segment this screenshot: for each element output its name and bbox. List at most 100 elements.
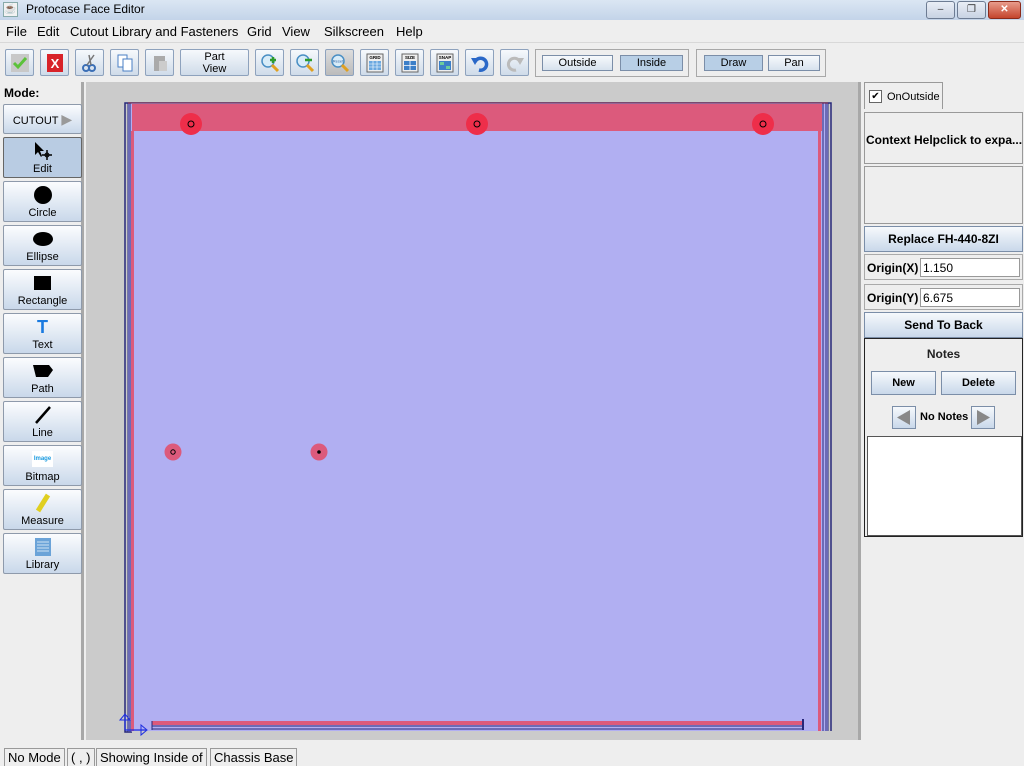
panel-face[interactable] [127, 102, 829, 733]
origin-x-input[interactable] [920, 258, 1020, 277]
onoutside-tab[interactable]: ✔ OnOutside [864, 82, 943, 109]
menu-file[interactable]: File [6, 24, 27, 39]
new-note-button[interactable]: New [871, 371, 936, 395]
line-icon [34, 406, 51, 424]
snap-icon: SNAP [436, 53, 453, 72]
svg-text:SIZE: SIZE [404, 55, 414, 60]
palette-line-button[interactable]: Line [3, 401, 82, 442]
cutout-mode-button[interactable]: CUTOUT ▶ [3, 104, 82, 134]
text-icon: T [37, 316, 48, 337]
palette-bitmap-button[interactable]: Image Bitmap [3, 445, 82, 486]
copy-button[interactable] [110, 49, 139, 76]
palette-circle-button[interactable]: Circle [3, 181, 82, 222]
right-flange [818, 131, 821, 731]
palette-ellipse-button[interactable]: Ellipse [3, 225, 82, 266]
status-coordinates: ( , ) [67, 748, 95, 766]
cancel-button[interactable]: X [40, 49, 69, 76]
library-icon [34, 538, 51, 556]
drawing-canvas[interactable] [86, 82, 858, 740]
svg-text:GRID: GRID [369, 55, 381, 60]
palette-edit-button[interactable]: Edit [3, 137, 82, 178]
minimize-button[interactable]: ‒ [926, 1, 955, 19]
zoom-reset-button[interactable]: Reset [325, 49, 354, 76]
cut-button[interactable] [75, 49, 104, 76]
pan-button[interactable]: Pan [768, 55, 820, 71]
notes-title: Notes [926, 347, 961, 361]
next-note-button[interactable] [971, 406, 995, 429]
size-icon: SIZE [401, 53, 418, 72]
zoom-in-icon [260, 53, 279, 72]
context-help-body [864, 166, 1023, 224]
palette-measure-button[interactable]: Measure [3, 489, 82, 530]
send-to-back-button[interactable]: Send To Back [864, 312, 1023, 338]
scissors-icon [81, 54, 96, 72]
draw-button[interactable]: Draw [704, 55, 763, 71]
play-arrow-icon: ▶ [61, 111, 73, 127]
ellipse-icon [32, 232, 53, 246]
delete-note-button[interactable]: Delete [941, 371, 1016, 395]
fastener-middle-1[interactable] [164, 443, 182, 461]
menu-view[interactable]: View [282, 24, 310, 39]
size-button[interactable]: SIZE [395, 49, 424, 76]
canvas-drawing[interactable] [86, 82, 858, 740]
zoom-out-button[interactable] [290, 49, 319, 76]
menu-help[interactable]: Help [396, 24, 423, 39]
onoutside-checkbox[interactable]: ✔ [869, 90, 882, 103]
maximize-button[interactable]: ❐ [957, 1, 986, 19]
mode-palette: Mode: CUTOUT ▶ Edit Circle Ellipse Recta… [0, 82, 84, 740]
palette-text-button[interactable]: T Text [3, 313, 82, 354]
origin-y-input[interactable] [920, 288, 1020, 307]
menu-grid[interactable]: Grid [247, 24, 272, 39]
notes-textarea[interactable] [867, 436, 1022, 536]
outside-button[interactable]: Outside [542, 55, 613, 71]
left-flange [131, 131, 134, 731]
menu-cutout-library[interactable]: Cutout Library and Fasteners [70, 24, 238, 39]
part-view-button[interactable]: Part View [180, 49, 249, 76]
side-toggle-group: Outside Inside [535, 49, 689, 77]
edit-pointer-icon [34, 142, 52, 160]
origin-y-row: Origin(Y) [864, 284, 1023, 310]
snap-button[interactable]: SNAP [430, 49, 459, 76]
context-help-panel[interactable]: Context Helpclick to expa... [864, 112, 1023, 164]
previous-note-button[interactable] [892, 406, 916, 429]
fastener-middle-2[interactable] [310, 443, 328, 461]
menu-silkscreen[interactable]: Silkscreen [324, 24, 384, 39]
grid-icon: GRID [366, 53, 383, 72]
menu-bar: File Edit Cutout Library and Fasteners G… [0, 21, 1024, 43]
palette-path-button[interactable]: Path [3, 357, 82, 398]
grid-button[interactable]: GRID [360, 49, 389, 76]
x-icon: X [46, 53, 63, 72]
undo-button[interactable] [465, 49, 494, 76]
menu-edit[interactable]: Edit [37, 24, 59, 39]
check-icon [10, 53, 29, 72]
origin-x-row: Origin(X) [864, 254, 1023, 280]
palette-library-button[interactable]: Library [3, 533, 82, 574]
zoom-in-button[interactable] [255, 49, 284, 76]
ruler-icon [35, 493, 50, 513]
notes-status: No Notes [920, 411, 969, 423]
circle-icon [33, 186, 52, 204]
palette-rectangle-button[interactable]: Rectangle [3, 269, 82, 310]
replace-fastener-button[interactable]: Replace FH-440-8ZI [864, 226, 1023, 252]
redo-icon [506, 56, 524, 72]
notes-panel: Notes New Delete No Notes [864, 338, 1023, 537]
inside-button[interactable]: Inside [620, 55, 683, 71]
rectangle-icon [33, 276, 51, 290]
svg-text:Reset: Reset [332, 58, 343, 63]
window-title: Protocase Face Editor [26, 2, 145, 16]
fastener-top-3[interactable] [752, 113, 774, 135]
path-icon [32, 365, 53, 377]
fastener-top-2[interactable] [466, 113, 488, 135]
toolbar: X Part View Reset GRID SIZE SNAP Outside… [0, 44, 1024, 80]
status-showing: Showing Inside of [96, 748, 207, 766]
redo-button [500, 49, 529, 76]
apply-button[interactable] [5, 49, 34, 76]
mode-label: Mode: [4, 86, 40, 100]
status-mode: No Mode [4, 748, 65, 766]
paste-icon [153, 55, 167, 71]
title-bar: ☕ Protocase Face Editor ‒ ❐ ✕ [0, 0, 1024, 20]
svg-text:SNAP: SNAP [438, 55, 451, 60]
close-window-button[interactable]: ✕ [988, 1, 1021, 19]
context-help-text: Context Helpclick to expa... [866, 133, 1023, 147]
fastener-top-1[interactable] [180, 113, 202, 135]
